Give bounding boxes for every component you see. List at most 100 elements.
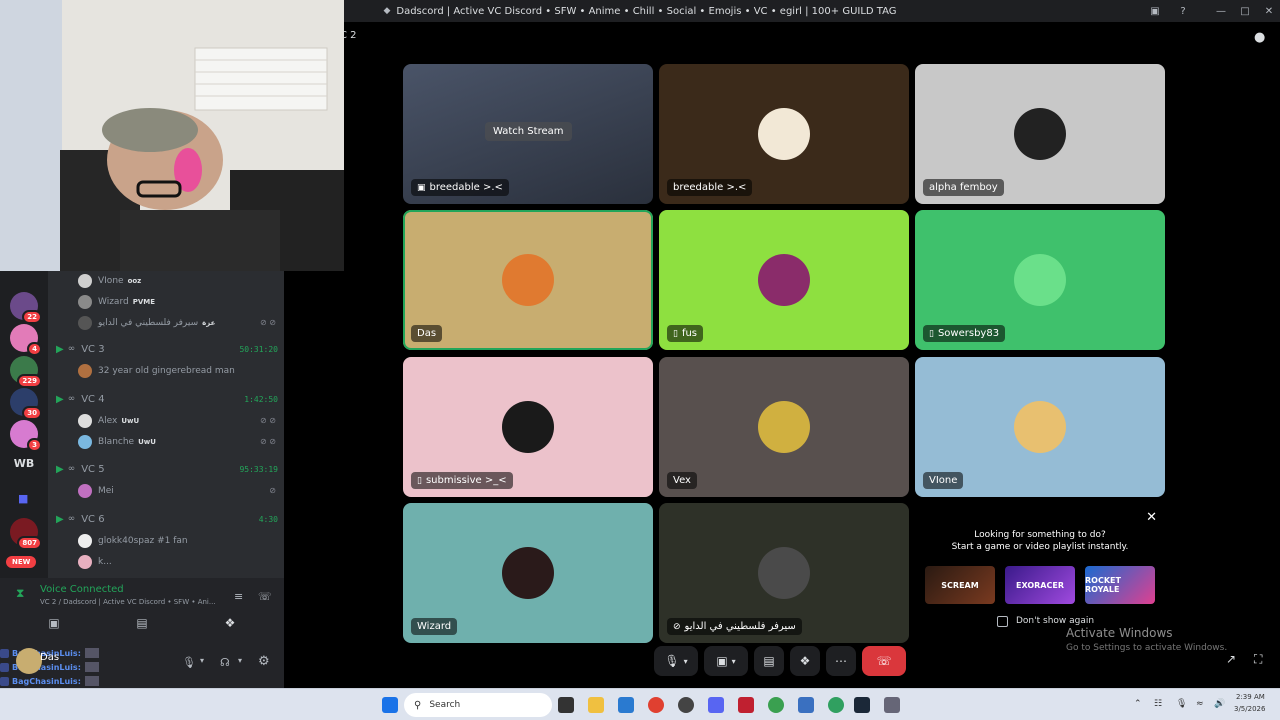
close-window-button[interactable]: ✕ bbox=[1256, 0, 1280, 22]
network-icon[interactable]: ☷ bbox=[1154, 699, 1162, 709]
participant-tile[interactable]: ▯ fus bbox=[659, 210, 909, 350]
participant-name-text: fus bbox=[681, 328, 698, 339]
wifi-icon[interactable]: ≈ bbox=[1196, 699, 1204, 709]
start-icon[interactable] bbox=[382, 697, 398, 713]
participant-tile[interactable]: ⊘ سيرفر فلسطيني في الدايو bbox=[659, 503, 909, 643]
settings-icon[interactable] bbox=[884, 697, 900, 713]
new-badge[interactable]: NEW bbox=[6, 556, 37, 568]
folder-icon[interactable]: ■ bbox=[18, 492, 28, 505]
acrobat-icon[interactable] bbox=[738, 697, 754, 713]
browser-icon[interactable] bbox=[768, 697, 784, 713]
participant-tile[interactable]: breedable >.< bbox=[659, 64, 909, 204]
task-view-icon[interactable] bbox=[558, 697, 574, 713]
app-icon[interactable] bbox=[678, 697, 694, 713]
disconnect-button[interactable]: ☏ bbox=[862, 646, 906, 676]
chrome-icon[interactable] bbox=[648, 697, 664, 713]
discord-icon[interactable] bbox=[708, 697, 724, 713]
activities-toggle[interactable]: ❖ bbox=[190, 612, 270, 634]
browser-icon[interactable] bbox=[828, 697, 844, 713]
voice-channel-vc3[interactable]: ▶ ∞ VC 3 50:31:20 bbox=[56, 340, 278, 358]
voice-member[interactable]: Wizard PVME bbox=[78, 293, 155, 311]
participant-name: VIone bbox=[923, 472, 964, 489]
server-icon[interactable]: 807 bbox=[10, 518, 42, 550]
camera-button[interactable]: ▣ ▾ bbox=[704, 646, 748, 676]
clock-date[interactable]: 3/5/2026 bbox=[1234, 705, 1265, 713]
member-name: سيرفر فلسطيني في الدايو bbox=[98, 318, 199, 328]
more-options-button[interactable]: ⋯ bbox=[826, 646, 856, 676]
channel-timer: 1:42:50 bbox=[244, 394, 278, 404]
taskbar-search[interactable]: ⚲ Search bbox=[404, 693, 552, 717]
activities-button[interactable]: ❖ bbox=[790, 646, 820, 676]
tray-chevron-icon[interactable]: ⌃ bbox=[1134, 699, 1142, 709]
avatar[interactable] bbox=[16, 648, 42, 674]
server-icon[interactable]: 3 bbox=[10, 420, 42, 452]
disconnect-icon[interactable]: ☏ bbox=[258, 590, 272, 603]
avatar bbox=[78, 435, 92, 449]
voice-member[interactable]: VIone ooz bbox=[78, 272, 141, 290]
guild-tag: PVME bbox=[132, 298, 155, 306]
participant-tile[interactable]: Vex bbox=[659, 357, 909, 497]
maximize-button[interactable]: □ bbox=[1232, 0, 1258, 22]
volume-icon[interactable]: 🔊 bbox=[1214, 699, 1225, 709]
participant-tile[interactable]: VIone bbox=[915, 357, 1165, 497]
close-activity-icon[interactable]: ✕ bbox=[1146, 510, 1157, 525]
chevron-down-icon[interactable]: ▾ bbox=[200, 656, 204, 665]
participant-tile[interactable]: Watch Stream ▣ breedable >.< bbox=[403, 64, 653, 204]
steam-icon[interactable] bbox=[854, 697, 870, 713]
mention-badge: 30 bbox=[22, 406, 42, 420]
mute-button[interactable]: 🎙 ▾ bbox=[654, 646, 698, 676]
participant-tile[interactable]: alpha femboy bbox=[915, 64, 1165, 204]
channel-list: VIone ooz Wizard PVME سيرفر فلسطيني في الد… bbox=[48, 268, 284, 578]
voice-channel-vc4[interactable]: ▶ ∞ VC 4 1:42:50 bbox=[56, 390, 278, 408]
settings-gear-icon[interactable]: ⚙ bbox=[258, 654, 270, 669]
chat-icon[interactable]: ● bbox=[1254, 30, 1265, 45]
minimize-button[interactable]: — bbox=[1208, 0, 1234, 22]
voice-member[interactable]: سيرفر فلسطيني في الدايو عزة bbox=[78, 314, 215, 332]
dont-show-checkbox[interactable] bbox=[997, 616, 1008, 627]
participant-tile[interactable]: Das bbox=[403, 210, 653, 350]
username[interactable]: Das bbox=[40, 652, 59, 663]
video-toggle[interactable]: ▣ bbox=[14, 612, 94, 634]
member-name: Alex bbox=[98, 416, 118, 426]
screen-share-toggle[interactable]: ▤ bbox=[102, 612, 182, 634]
screen-share-button[interactable]: ▤ bbox=[754, 646, 784, 676]
app-icon[interactable] bbox=[798, 697, 814, 713]
muted-icon: ⊘ bbox=[269, 486, 276, 495]
server-icon[interactable]: 30 bbox=[10, 388, 42, 420]
watch-stream-button[interactable]: Watch Stream bbox=[485, 122, 572, 141]
server-icon[interactable]: 4 bbox=[10, 324, 42, 356]
help-icon[interactable]: ? bbox=[1170, 0, 1196, 22]
popout-icon[interactable]: ↗ bbox=[1226, 652, 1236, 666]
voice-member[interactable]: Mei bbox=[78, 482, 114, 500]
mic-icon[interactable]: 🎙 bbox=[182, 656, 196, 669]
game-scream[interactable]: SCREAM bbox=[925, 566, 995, 604]
inbox-icon[interactable]: ▣ bbox=[1142, 0, 1168, 22]
voice-channel-vc5[interactable]: ▶ ∞ VC 5 95:33:19 bbox=[56, 460, 278, 478]
mic-tray-icon[interactable]: 🎙 bbox=[1176, 699, 1187, 709]
headphones-icon[interactable]: ☊ bbox=[220, 656, 230, 669]
game-exoracer[interactable]: EXORACER bbox=[1005, 566, 1075, 604]
server-wb[interactable]: WB bbox=[8, 454, 40, 474]
voice-status[interactable]: Voice Connected bbox=[40, 584, 124, 595]
game-rocket-royale[interactable]: ROCKET ROYALE bbox=[1085, 566, 1155, 604]
voice-member[interactable]: Blanche UwU bbox=[78, 433, 156, 451]
store-icon[interactable] bbox=[618, 697, 634, 713]
server-icon[interactable]: 22 bbox=[10, 292, 42, 324]
voice-member[interactable]: glokk40spaz #1 fan bbox=[78, 532, 188, 550]
voice-member[interactable]: 32 year old gingerebread man bbox=[78, 362, 235, 380]
deafened-icon: ⊘ ⊘ bbox=[260, 437, 276, 446]
avatar bbox=[502, 254, 554, 306]
fullscreen-icon[interactable]: ⛶ bbox=[1254, 652, 1262, 667]
participant-tile[interactable]: ▯ Sowersby83 bbox=[915, 210, 1165, 350]
clock-time[interactable]: 2:39 AM bbox=[1236, 693, 1265, 701]
voice-member[interactable]: k... bbox=[78, 553, 112, 571]
participant-tile[interactable]: Wizard bbox=[403, 503, 653, 643]
participant-tile[interactable]: ▯ submissive >_< bbox=[403, 357, 653, 497]
chevron-down-icon[interactable]: ▾ bbox=[238, 656, 242, 665]
voice-channel-vc6[interactable]: ▶ ∞ VC 6 4:30 bbox=[56, 510, 278, 528]
server-icon[interactable]: 229 bbox=[10, 356, 42, 388]
noise-suppression-icon[interactable]: ≡ bbox=[234, 590, 243, 603]
voice-location[interactable]: VC 2 / Dadscord | Active VC Discord • SF… bbox=[40, 598, 230, 606]
file-explorer-icon[interactable] bbox=[588, 697, 604, 713]
voice-member[interactable]: Alex UwU bbox=[78, 412, 139, 430]
